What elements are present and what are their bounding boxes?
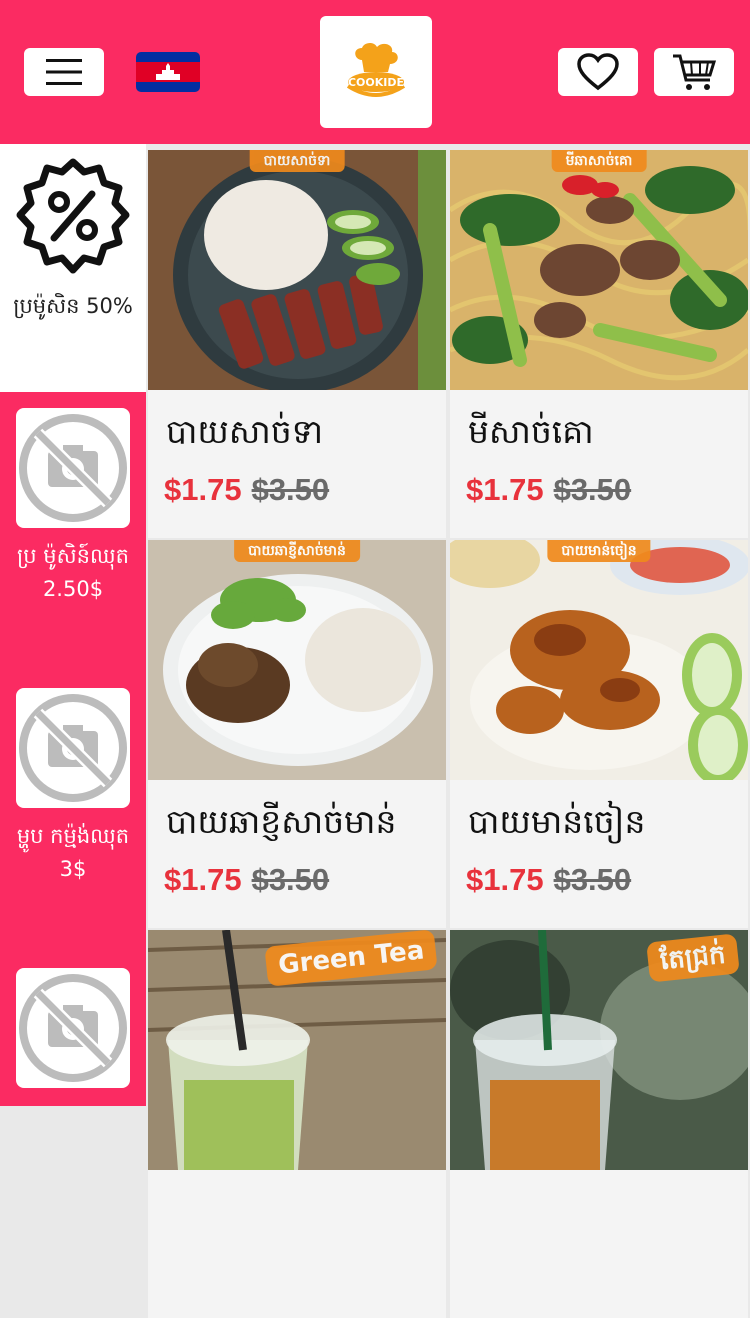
category-item-promo-50[interactable]: ប្រម៉ូសិន 50% [0,144,146,392]
category-image [16,688,130,808]
category-label: ម្ហូប កម្ម៉ង់ឈុត 3$ [16,824,130,881]
product-card[interactable]: បាយសាច់ទា បាយសាច់ទា $1.75 $3.50 [148,150,446,538]
hamburger-icon [46,59,82,85]
product-card[interactable]: បាយមាន់ចៀន បាយមាន់ចៀន $1.75 $3.50 [450,540,748,928]
no-image-icon [19,694,127,802]
product-photo: បាយសាច់ទា [148,150,446,390]
svg-text:COOKIDE: COOKIDE [348,76,404,89]
product-price: $1.75 $3.50 [164,862,329,898]
category-label: ប្រម៉ូសិន 50% [13,294,133,318]
current-price: $1.75 [466,472,544,507]
product-price: $1.75 $3.50 [466,862,631,898]
product-photo: តែជ្រក់ [450,930,748,1170]
menu-button[interactable] [24,48,104,96]
original-price: $3.50 [553,862,632,897]
no-image-icon [19,974,127,1082]
current-price: $1.75 [164,862,242,897]
product-badge: បាយឆាខ្ញីសាច់មាន់ [234,540,360,562]
favorites-button[interactable] [558,48,638,96]
product-photo: មីឆាសាច់គោ [450,150,748,390]
current-price: $1.75 [164,472,242,507]
original-price: $3.50 [251,472,330,507]
original-price: $3.50 [553,472,632,507]
category-image [16,968,130,1088]
top-header: COOKIDE [0,0,750,144]
product-price: $1.75 $3.50 [466,472,631,508]
product-badge: មីឆាសាច់គោ [551,150,647,172]
category-image [16,408,130,528]
product-badge: បាយមាន់ចៀន [547,540,651,562]
shopping-cart-icon [673,54,717,90]
chef-hat-logo-icon: COOKIDE [346,42,406,97]
product-card[interactable]: បាយឆាខ្ញីសាច់មាន់ បាយឆាខ្ញីសាច់មាន់ $1.7… [148,540,446,928]
heart-icon [577,53,619,91]
no-image-icon [19,414,127,522]
product-badge: បាយសាច់ទា [249,150,345,172]
brand-logo[interactable]: COOKIDE [320,16,432,128]
current-price: $1.75 [466,862,544,897]
original-price: $3.50 [251,862,330,897]
product-photo: បាយមាន់ចៀន [450,540,748,780]
product-card[interactable]: Green Tea [148,930,446,1318]
product-name: បាយមាន់ចៀន [468,802,646,841]
product-name: មីសាច់គោ [468,412,594,451]
percent-badge-icon [16,158,130,274]
cart-button[interactable] [654,48,734,96]
cambodia-flag-icon[interactable] [136,52,200,92]
product-price: $1.75 $3.50 [164,472,329,508]
category-sidebar: ប្រម៉ូសិន 50% ប្រ ម៉ូសិន៍ឈុត 2.50$ ម្ហូប… [0,144,146,1106]
product-card[interactable]: មីឆាសាច់គោ មីសាច់គោ $1.75 $3.50 [450,150,748,538]
product-photo: បាយឆាខ្ញីសាច់មាន់ [148,540,446,780]
category-label: ប្រ ម៉ូសិន៍ឈុត 2.50$ [17,544,129,601]
product-name: បាយឆាខ្ញីសាច់មាន់ [166,802,397,841]
product-name: បាយសាច់ទា [166,412,324,451]
product-photo: Green Tea [148,930,446,1170]
product-card[interactable]: តែជ្រក់ [450,930,748,1318]
